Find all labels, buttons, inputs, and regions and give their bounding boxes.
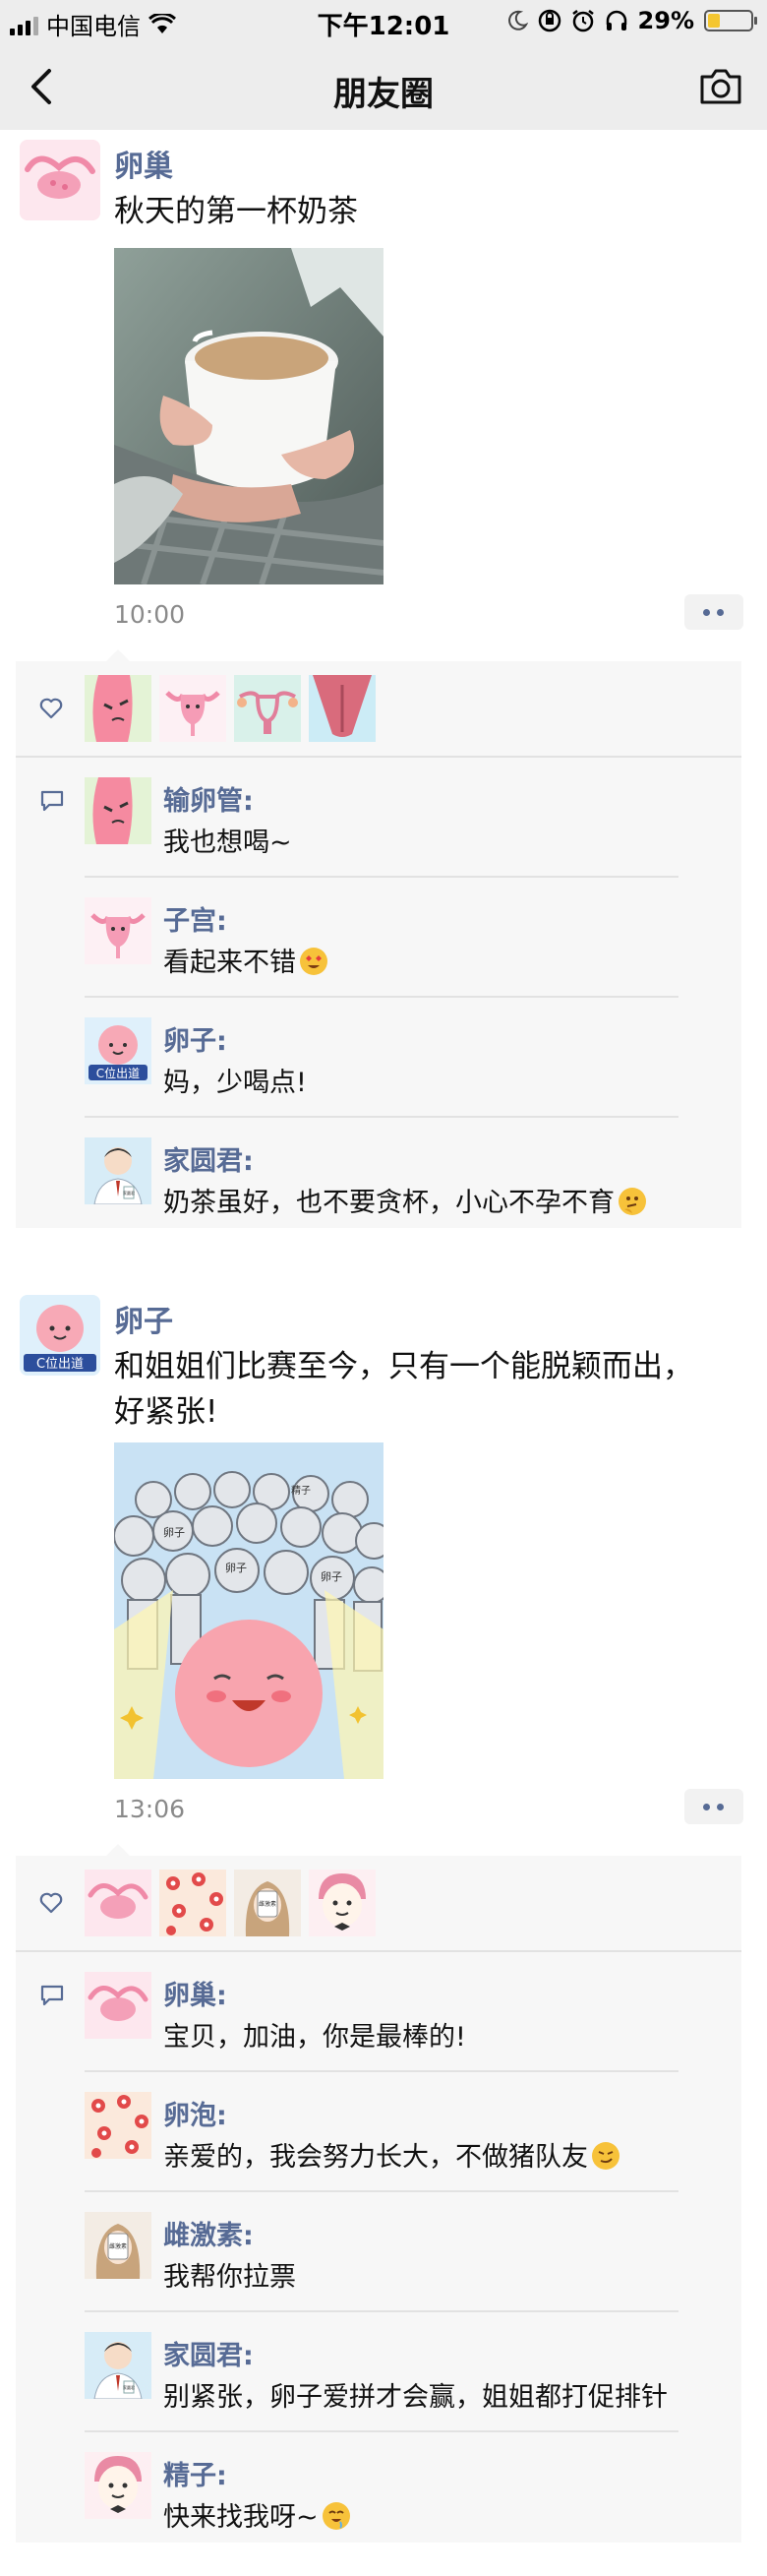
like-avatar-estrogen[interactable]: 雌激素 — [234, 1870, 301, 1936]
page-title: 朋友圈 — [333, 75, 434, 114]
headphones-icon — [606, 10, 626, 31]
like-avatar-reproductive-diagram[interactable] — [234, 675, 301, 742]
comment-item[interactable]: 雌激素 雌激素: 我帮你拉票 — [16, 2192, 741, 2312]
commenter-name[interactable]: 卵巢: — [163, 1974, 227, 2012]
milk-tea-photo[interactable] — [114, 248, 384, 584]
comment-item[interactable]: 输卵管: 我也想喝~ — [16, 758, 741, 878]
comment-text: 我也想喝~ — [163, 828, 292, 858]
comment-text: 奶茶虽好，也不要贪杯，小心不孕不育 — [163, 1181, 646, 1219]
ovum-label: 卵子 — [225, 1562, 247, 1574]
comment-text: 别紧张，卵子爱拼才会赢，姐姐都打促排针 — [163, 2382, 668, 2413]
commenter-name[interactable]: 家圆君: — [163, 2334, 254, 2372]
thinking-emoji — [619, 1188, 646, 1215]
likes-row — [16, 661, 741, 756]
commenter-name[interactable]: 雌激素: — [163, 2214, 254, 2252]
commenter-name[interactable]: 输卵管: — [163, 779, 254, 818]
comment-text: 亲爱的，我会努力长大，不做猪队友 — [163, 2135, 620, 2174]
heart-icon — [39, 698, 63, 719]
estrogen-badge: 雌激素 — [109, 2242, 127, 2250]
comment-item[interactable]: C位出道 卵子: 妈，少喝点! — [16, 998, 741, 1118]
like-avatar-uterus[interactable] — [159, 675, 226, 742]
orientation-lock-icon — [538, 9, 560, 32]
commenter-avatar-uterus[interactable] — [85, 897, 151, 964]
avatar-ovum[interactable]: C位出道 — [20, 1295, 100, 1376]
estrogen-badge: 雌激素 — [259, 1900, 276, 1908]
smirk-emoji — [592, 2142, 620, 2170]
heart-icon — [39, 1892, 63, 1914]
alarm-icon — [571, 10, 594, 32]
nav-bar: 朋友圈 — [0, 43, 767, 130]
commenter-name[interactable]: 卵泡: — [163, 2094, 227, 2132]
interaction-panel: 输卵管: 我也想喝~ 子宫: 看起来不错 C位出道 卵子: 妈，少喝点! 家圆君… — [16, 649, 741, 1228]
commenter-avatar-fallopian-tube[interactable] — [85, 777, 151, 844]
commenter-avatar-doctor[interactable]: 家圆君 — [85, 2332, 151, 2399]
drool-emoji — [322, 2502, 350, 2530]
moment-post: 卵巢 秋天的第一杯奶茶 10:00 输卵管: 我也想喝~ 子宫: 看起来不错 C… — [0, 130, 767, 1242]
comment-list: 输卵管: 我也想喝~ 子宫: 看起来不错 C位出道 卵子: 妈，少喝点! 家圆君… — [16, 758, 741, 1228]
heart-eyes-emoji — [300, 948, 327, 975]
moment-post: C位出道 卵子 和姐姐们比赛至今，只有一个能脱颖而出，好紧张! 卵子 卵子 卵子… — [0, 1285, 767, 2564]
battery-percent: 29% — [637, 7, 694, 34]
comment-item[interactable]: 精子: 快来找我呀~ — [16, 2432, 741, 2543]
more-actions-button[interactable] — [684, 1789, 743, 1824]
doctor-badge: 家圆君 — [123, 1190, 135, 1196]
interaction-panel: 雌激素 卵巢: 宝贝，加油，你是最棒的! 卵泡: 亲爱的，我会努力长大，不做猪队… — [16, 1844, 741, 2543]
post-text: 秋天的第一杯奶茶 — [114, 194, 358, 229]
commenter-avatar-doctor[interactable]: 家圆君 — [85, 1137, 151, 1204]
ovum-badge: C位出道 — [36, 1357, 84, 1372]
post-author[interactable]: 卵巢 — [114, 142, 173, 185]
commenter-avatar-sperm[interactable] — [85, 2452, 151, 2519]
commenter-avatar-follicle[interactable] — [85, 2092, 151, 2159]
comment-text: 快来找我呀~ — [163, 2495, 350, 2534]
ovum-badge: C位出道 — [96, 1066, 140, 1080]
like-avatar-follicle[interactable] — [159, 1870, 226, 1936]
commenter-name[interactable]: 精子: — [163, 2454, 227, 2492]
commenter-name[interactable]: 子宫: — [163, 899, 227, 938]
camera-icon[interactable] — [698, 65, 743, 108]
comment-text: 看起来不错 — [163, 941, 327, 979]
comment-text: 妈，少喝点! — [163, 1068, 307, 1098]
avatar-ovary[interactable] — [20, 140, 100, 220]
commenter-avatar-ovum[interactable]: C位出道 — [85, 1017, 151, 1084]
ovum-cartoon-image[interactable]: 卵子 卵子 卵子 精子 — [114, 1442, 384, 1779]
ovum-label: 卵子 — [163, 1526, 185, 1539]
comment-item[interactable]: 卵巢: 宝贝，加油，你是最棒的! — [16, 1952, 741, 2072]
comment-item[interactable]: 卵泡: 亲爱的，我会努力长大，不做猪队友 — [16, 2072, 741, 2192]
likes-row: 雌激素 — [16, 1856, 741, 1950]
ovum-label: 卵子 — [321, 1570, 342, 1583]
moon-icon — [507, 10, 528, 31]
battery-icon — [704, 10, 757, 31]
doctor-badge: 家圆君 — [123, 2384, 135, 2390]
status-bar: 中国电信 下午12:01 29% — [0, 0, 767, 43]
more-actions-button[interactable] — [684, 594, 743, 630]
commenter-name[interactable]: 卵子: — [163, 1019, 227, 1058]
like-avatar-cervix[interactable] — [309, 675, 376, 742]
comment-item[interactable]: 子宫: 看起来不错 — [16, 878, 741, 998]
sperm-label: 精子 — [291, 1484, 311, 1497]
like-avatar-sperm[interactable] — [309, 1870, 376, 1936]
post-time: 13:06 — [114, 1795, 186, 1823]
comment-item[interactable]: 家圆君 家圆君: 奶茶虽好，也不要贪杯，小心不孕不育 — [16, 1118, 741, 1228]
like-avatar-fallopian-tube[interactable] — [85, 675, 151, 742]
comment-list: 卵巢: 宝贝，加油，你是最棒的! 卵泡: 亲爱的，我会努力长大，不做猪队友 雌激… — [16, 1952, 741, 2543]
post-author[interactable]: 卵子 — [114, 1297, 173, 1340]
post-text: 和姐姐们比赛至今，只有一个能脱颖而出，好紧张! — [114, 1349, 693, 1430]
commenter-avatar-estrogen[interactable]: 雌激素 — [85, 2212, 151, 2279]
commenter-avatar-ovary[interactable] — [85, 1972, 151, 2039]
commenter-name[interactable]: 家圆君: — [163, 1139, 254, 1178]
comment-text: 宝贝，加油，你是最棒的! — [163, 2022, 466, 2053]
like-avatar-ovary[interactable] — [85, 1870, 151, 1936]
post-time: 10:00 — [114, 600, 186, 629]
comment-text: 我帮你拉票 — [163, 2262, 296, 2293]
comment-item[interactable]: 家圆君 家圆君: 别紧张，卵子爱拼才会赢，姐姐都打促排针 — [16, 2312, 741, 2432]
